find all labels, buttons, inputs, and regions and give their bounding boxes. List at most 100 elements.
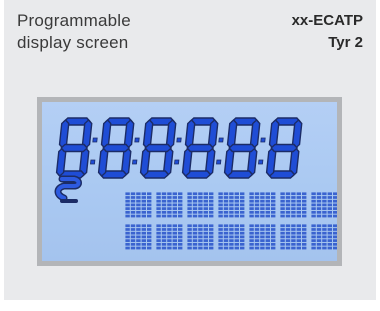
matrix-dot <box>141 192 146 196</box>
matrix-dot <box>187 192 192 196</box>
lcd-segment <box>228 143 257 153</box>
matrix-dot <box>136 192 141 196</box>
matrix-dot <box>333 207 337 210</box>
matrix-dot <box>203 242 208 246</box>
matrix-dot <box>322 210 327 214</box>
matrix-dot <box>172 231 177 235</box>
matrix-dot <box>291 235 296 239</box>
matrix-dot <box>218 207 223 210</box>
matrix-dot <box>156 228 161 231</box>
matrix-dot <box>285 235 291 239</box>
matrix-dot <box>311 210 316 214</box>
matrix-dot <box>209 199 214 203</box>
matrix-dot <box>192 242 198 246</box>
matrix-dot <box>192 228 198 231</box>
matrix-dot <box>229 192 234 196</box>
matrix-dot <box>161 231 167 235</box>
matrix-dot <box>198 239 203 242</box>
matrix-character-cell <box>280 192 307 218</box>
matrix-dot <box>130 207 136 210</box>
matrix-dot <box>311 224 316 228</box>
matrix-dot <box>192 192 198 196</box>
matrix-dot <box>316 246 322 250</box>
dot-matrix-area <box>125 192 337 250</box>
matrix-dot <box>136 235 141 239</box>
matrix-dot <box>198 207 203 210</box>
matrix-dot <box>203 196 208 199</box>
matrix-dot <box>249 231 254 235</box>
matrix-dot <box>203 235 208 239</box>
matrix-dot <box>130 214 136 218</box>
matrix-dot <box>218 192 223 196</box>
matrix-dot <box>147 207 152 210</box>
matrix-dot <box>192 224 198 228</box>
matrix-dot <box>147 210 152 214</box>
matrix-dot <box>316 196 322 199</box>
matrix-dot <box>291 203 296 207</box>
matrix-dot <box>234 199 239 203</box>
matrix-dot <box>333 228 337 231</box>
matrix-dot <box>234 228 239 231</box>
matrix-dot <box>167 224 172 228</box>
matrix-dot <box>187 231 192 235</box>
matrix-dot <box>130 242 136 246</box>
matrix-dot <box>187 235 192 239</box>
matrix-dot <box>327 239 332 242</box>
matrix-dot <box>187 228 192 231</box>
matrix-dot <box>271 210 276 214</box>
matrix-dot <box>234 207 239 210</box>
matrix-character-cell <box>218 192 245 218</box>
matrix-dot <box>125 210 130 214</box>
matrix-dot <box>209 210 214 214</box>
matrix-dot <box>192 246 198 250</box>
matrix-dot <box>161 242 167 246</box>
matrix-dot <box>311 196 316 199</box>
matrix-dot <box>198 210 203 214</box>
matrix-dot <box>136 196 141 199</box>
matrix-dot <box>218 203 223 207</box>
matrix-dot <box>291 239 296 242</box>
matrix-dot <box>192 207 198 210</box>
matrix-dot <box>296 235 301 239</box>
matrix-dot <box>322 228 327 231</box>
s-swirl-icon <box>54 175 82 203</box>
matrix-dot <box>260 210 265 214</box>
matrix-dot <box>161 192 167 196</box>
matrix-dot <box>172 203 177 207</box>
matrix-dot <box>260 242 265 246</box>
matrix-dot <box>254 231 260 235</box>
matrix-dot <box>130 224 136 228</box>
lcd-segment <box>102 143 131 153</box>
matrix-dot <box>187 214 192 218</box>
matrix-dot <box>156 214 161 218</box>
matrix-dot <box>333 224 337 228</box>
matrix-dot <box>333 246 337 250</box>
matrix-dot <box>229 235 234 239</box>
matrix-dot <box>178 228 183 231</box>
matrix-dot <box>209 203 214 207</box>
matrix-dot <box>316 235 322 239</box>
matrix-dot <box>234 246 239 250</box>
matrix-dot <box>249 246 254 250</box>
matrix-dot <box>240 239 245 242</box>
matrix-dot <box>130 199 136 203</box>
model-variant: Tyr 2 <box>328 34 363 51</box>
matrix-dot <box>234 192 239 196</box>
matrix-dot <box>125 239 130 242</box>
matrix-dot <box>285 192 291 196</box>
matrix-dot <box>254 199 260 203</box>
matrix-dot <box>125 246 130 250</box>
matrix-dot <box>156 192 161 196</box>
matrix-dot <box>229 239 234 242</box>
matrix-dot <box>316 203 322 207</box>
lcd-colon-dot <box>258 159 264 165</box>
matrix-dot <box>203 231 208 235</box>
matrix-dot <box>311 231 316 235</box>
lcd-digit <box>139 117 177 179</box>
matrix-dot <box>136 246 141 250</box>
matrix-dot <box>178 235 183 239</box>
matrix-dot <box>125 207 130 210</box>
matrix-dot <box>187 199 192 203</box>
matrix-dot <box>234 242 239 246</box>
matrix-dot <box>229 214 234 218</box>
